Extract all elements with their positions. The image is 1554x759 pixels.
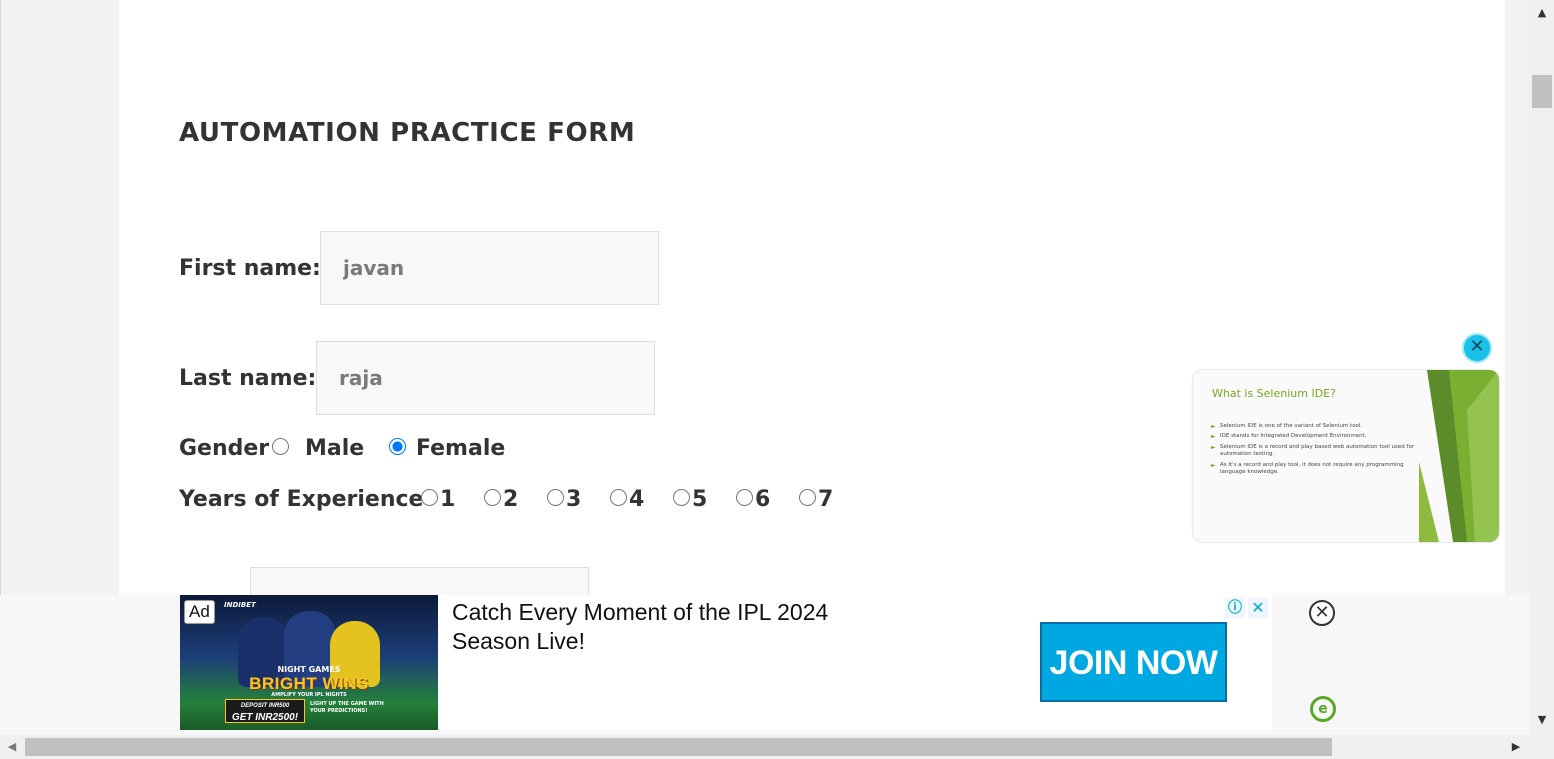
banner-ad[interactable]: INDIBET NIGHT GAMES BRIGHT WINS AMPLIFY … [180, 595, 1272, 730]
experience-radio-2[interactable] [484, 489, 501, 506]
slide-title: What is Selenium IDE? [1212, 387, 1336, 400]
slide-bullet: ► IDE stands for Integrated Development E… [1211, 433, 1421, 440]
ezoic-icon[interactable]: e [1310, 696, 1336, 722]
last-name-label: Last name: [179, 366, 317, 391]
bullet-icon: ► [1211, 423, 1216, 430]
ad-deposit-line1: DEPOSIT INR500 [240, 703, 290, 709]
join-now-button[interactable]: JOIN NOW [1040, 622, 1227, 702]
gender-option-male-label: Male [305, 436, 365, 461]
first-name-input[interactable] [320, 231, 659, 305]
experience-option-6-label: 6 [755, 487, 771, 512]
experience-option-2-label: 2 [503, 487, 519, 512]
ad-deposit-line2: GET INR2500! [231, 712, 299, 723]
ad-headline[interactable]: Catch Every Moment of the IPL 2024 Seaso… [452, 598, 872, 656]
close-icon[interactable]: ✕ [1309, 600, 1335, 626]
last-name-input[interactable] [316, 341, 655, 415]
ad-bright-wins: BRIGHT WINS [249, 674, 369, 693]
info-icon[interactable]: ⓘ [1225, 598, 1245, 618]
slide-bullet: ► Selenium IDE is a record and play based… [1211, 444, 1421, 459]
slide-bullet-text: Selenium IDE is one of the variant of Se… [1220, 423, 1363, 429]
vertical-scrollbar[interactable]: ▲ ▼ [1530, 0, 1554, 735]
ad-amplify: AMPLIFY YOUR IPL NIGHTS [271, 692, 347, 698]
ad-image[interactable]: INDIBET NIGHT GAMES BRIGHT WINS AMPLIFY … [180, 595, 438, 730]
bullet-icon: ► [1211, 461, 1216, 469]
ad-badge: Ad [184, 600, 215, 624]
gender-radio-female[interactable] [389, 438, 406, 455]
ad-light-up: LIGHT UP THE GAME WITH YOUR PREDICTIONS! [310, 701, 384, 714]
gender-option-female-label: Female [416, 436, 506, 461]
scroll-up-arrow-icon[interactable]: ▲ [1530, 0, 1554, 26]
slide-bullet-text: As it's a record and play tool, it does … [1220, 461, 1404, 476]
gender-radio-male[interactable] [272, 438, 289, 455]
banner-ad-bar: INDIBET NIGHT GAMES BRIGHT WINS AMPLIFY … [0, 595, 1530, 735]
experience-option-7-label: 7 [818, 487, 834, 512]
ad-brand: INDIBET [224, 601, 256, 609]
slide-bullet-text: Selenium IDE is a record and play based … [1220, 443, 1415, 458]
video-ad-panel[interactable]: What is Selenium IDE? ► Selenium IDE is o… [1193, 370, 1499, 542]
bullet-icon: ► [1211, 443, 1216, 451]
close-icon[interactable]: ✕ [1248, 598, 1268, 618]
experience-option-4-label: 4 [629, 487, 645, 512]
experience-radio-5[interactable] [673, 489, 690, 506]
scrollbar-corner [1530, 735, 1554, 759]
experience-option-5-label: 5 [692, 487, 708, 512]
bullet-icon: ► [1211, 433, 1216, 441]
ad-deposit: DEPOSIT INR500 GET INR2500! [225, 699, 305, 723]
experience-option-3-label: 3 [566, 487, 582, 512]
scroll-left-arrow-icon[interactable]: ◀ [0, 735, 24, 759]
close-icon[interactable]: ✕ [1462, 333, 1492, 363]
scroll-right-arrow-icon[interactable]: ▶ [1504, 735, 1528, 759]
slide-decoration [1419, 370, 1499, 542]
page-title: AUTOMATION PRACTICE FORM [179, 118, 636, 148]
experience-radio-1[interactable] [421, 489, 438, 506]
horizontal-scrollbar[interactable]: ◀ ▶ [0, 735, 1530, 759]
scroll-down-arrow-icon[interactable]: ▼ [1530, 707, 1554, 733]
experience-radio-4[interactable] [610, 489, 627, 506]
experience-option-1-label: 1 [440, 487, 456, 512]
slide-bullet-text: IDE stands for Integrated Development En… [1220, 433, 1367, 440]
gender-label: Gender [179, 436, 270, 461]
experience-label: Years of Experience [179, 487, 424, 512]
first-name-label: First name: [179, 256, 321, 281]
experience-radio-3[interactable] [547, 489, 564, 506]
ad-night-games: NIGHT GAMES [277, 665, 341, 674]
slide-bullets: ► Selenium IDE is one of the variant of S… [1211, 423, 1421, 480]
slide-bullet: ► Selenium IDE is one of the variant of S… [1211, 423, 1421, 430]
experience-radio-7[interactable] [799, 489, 816, 506]
horizontal-scroll-thumb[interactable] [25, 738, 1332, 756]
slide-bullet: ► As it's a record and play tool, it does… [1211, 462, 1421, 477]
experience-radio-6[interactable] [736, 489, 753, 506]
vertical-scroll-thumb[interactable] [1532, 75, 1552, 108]
